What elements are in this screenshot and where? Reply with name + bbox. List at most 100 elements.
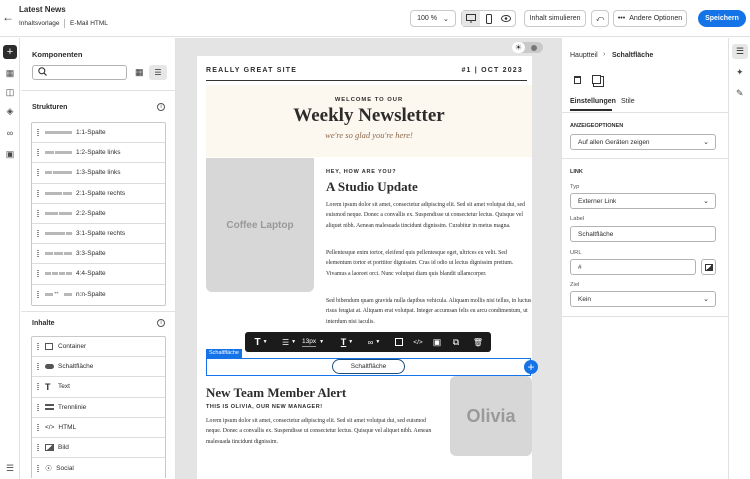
zoom-select[interactable]: 100 % ⌄: [410, 10, 456, 27]
paragraph: Lorem ipsum dolor sit amet, consectetur …: [326, 202, 525, 229]
add-icon[interactable]: +: [3, 45, 17, 59]
url-field[interactable]: #: [570, 259, 696, 275]
link-type-select[interactable]: Externer Link ⌄: [570, 193, 716, 209]
save-fragment-button[interactable]: [392, 332, 406, 352]
label-field[interactable]: Schaltfläche: [570, 226, 716, 242]
duplicate-button[interactable]: ⧉: [449, 332, 463, 352]
properties-button[interactable]: ☰: [732, 44, 748, 59]
list-item-label: Text: [58, 383, 70, 391]
field-value: Schaltfläche: [578, 230, 614, 238]
divider: [562, 316, 728, 317]
url-picker-button[interactable]: [701, 259, 716, 275]
list-item-label: Trennlinie: [58, 403, 87, 411]
drag-handle-icon: [37, 209, 39, 217]
drag-handle-icon: [37, 189, 39, 197]
image-icon: [45, 444, 54, 452]
layers-icon[interactable]: ◈: [4, 105, 16, 117]
link-target-select[interactable]: Kein ⌄: [570, 291, 716, 307]
validation-icon[interactable]: ✎: [736, 88, 744, 99]
paragraph: Sed bibendum quam gravida nulla dapibus …: [326, 298, 532, 325]
image-caption: Olivia: [466, 405, 516, 426]
list-item[interactable]: 1:1-Spalte: [32, 123, 165, 144]
list-item[interactable]: 1:3-Spalte links: [32, 163, 165, 184]
chevron-down-icon: ▼: [348, 339, 354, 345]
preview-button[interactable]: [497, 11, 515, 26]
list-item[interactable]: 3:1-Spalte rechts: [32, 224, 165, 245]
container-icon: [45, 343, 53, 351]
more-options-button[interactable]: ••• Andere Optionen: [613, 10, 687, 27]
cta-label: Schaltfläche: [350, 363, 387, 370]
list-item-label: Container: [58, 343, 87, 351]
list-item[interactable]: Bild: [32, 438, 165, 459]
content-info-icon[interactable]: i: [157, 319, 165, 327]
drag-handle-icon: [37, 250, 39, 258]
breadcrumb-parent[interactable]: Hauptteil: [570, 52, 598, 59]
grid-view-icon[interactable]: ▦: [135, 67, 144, 78]
font-size-select[interactable]: 13px ▼: [302, 332, 332, 352]
list-item[interactable]: </> HTML: [32, 418, 165, 438]
link-title: LINK: [570, 169, 583, 175]
target-label: Ziel: [570, 282, 580, 288]
text-style-button[interactable]: T ▼: [249, 332, 273, 352]
drag-handle-icon: [37, 383, 39, 391]
list-item[interactable]: 4:4-Spalte: [32, 264, 165, 285]
undo-button[interactable]: ⤺: [591, 10, 609, 27]
trash-icon[interactable]: [574, 76, 581, 84]
selection-badge: Schaltfläche: [206, 349, 242, 358]
duplicate-icon[interactable]: [592, 75, 601, 84]
list-item[interactable]: 1:2-Spalte links: [32, 143, 165, 164]
assets-icon[interactable]: ▣: [4, 148, 16, 160]
list-view-button[interactable]: ☰: [149, 65, 167, 80]
save-button[interactable]: Speichern: [698, 10, 746, 27]
list-item[interactable]: ☉ Social: [32, 458, 165, 478]
theme-toggle[interactable]: ☀: [512, 42, 543, 53]
structures-info-icon[interactable]: i: [157, 103, 165, 111]
desktop-icon: [465, 14, 476, 23]
list-item[interactable]: 3:3-Spalte: [32, 244, 165, 265]
mobile-icon: [485, 13, 492, 24]
text-color-icon: T: [340, 337, 347, 347]
column-layout-icon: [45, 272, 72, 276]
select-value: Kein: [578, 295, 592, 303]
tab-settings[interactable]: Einstellungen: [570, 98, 616, 105]
text-color-button[interactable]: T ▼: [335, 332, 359, 352]
tab-styles[interactable]: Stile: [621, 98, 635, 105]
delete-button[interactable]: 🗑: [471, 332, 485, 352]
link-icon[interactable]: ∞: [4, 127, 16, 139]
list-item[interactable]: T Text: [32, 377, 165, 398]
list-item[interactable]: •• n:n-Spalte: [32, 285, 165, 305]
fragments-icon[interactable]: ◫: [4, 86, 16, 98]
paragraph: Lorem ipsum dolor sit amet, consectetur …: [206, 418, 432, 445]
select-parent-button[interactable]: ▣: [430, 332, 444, 352]
newsletter-cta-button[interactable]: Schaltfläche: [332, 359, 405, 374]
add-block-icon[interactable]: +: [524, 360, 538, 374]
divider-icon: [45, 404, 54, 411]
active-tab-indicator: [570, 109, 612, 111]
image-placeholder-coffee-laptop[interactable]: Coffee Laptop: [206, 158, 314, 292]
drag-handle-icon: [37, 169, 39, 177]
list-item[interactable]: Trennlinie: [32, 398, 165, 418]
back-arrow-icon[interactable]: ←: [2, 10, 14, 24]
column-layout-icon: [45, 252, 72, 256]
layout-icon[interactable]: ▦: [4, 67, 16, 79]
list-item[interactable]: 2:1-Spalte rechts: [32, 184, 165, 204]
image-placeholder-olivia[interactable]: Olivia: [450, 376, 532, 456]
settings-stack-icon[interactable]: ☰: [4, 462, 16, 474]
align-button[interactable]: ☰ ▼: [277, 332, 301, 352]
display-options-select[interactable]: Auf allen Geräten zeigen ⌄: [570, 134, 716, 150]
link-button[interactable]: ∞ ▼: [363, 332, 385, 352]
list-item[interactable]: 2:2-Spalte: [32, 204, 165, 224]
chevron-down-icon: ▼: [319, 339, 325, 345]
list-item[interactable]: Schaltfläche: [32, 357, 165, 378]
section-kicker: HEY, HOW ARE YOU?: [326, 169, 397, 175]
personalization-icon[interactable]: ✦: [736, 67, 744, 78]
simulate-content-button[interactable]: Inhalt simulieren: [524, 10, 586, 27]
select-parent-icon: ▣: [432, 336, 442, 347]
divider: [21, 311, 175, 312]
desktop-view-button[interactable]: [462, 11, 480, 26]
list-item[interactable]: Container: [32, 337, 165, 358]
code-view-button[interactable]: </>: [411, 332, 425, 352]
social-icon: ☉: [45, 463, 53, 473]
drag-handle-icon: [37, 464, 39, 472]
mobile-view-button[interactable]: [480, 11, 498, 26]
